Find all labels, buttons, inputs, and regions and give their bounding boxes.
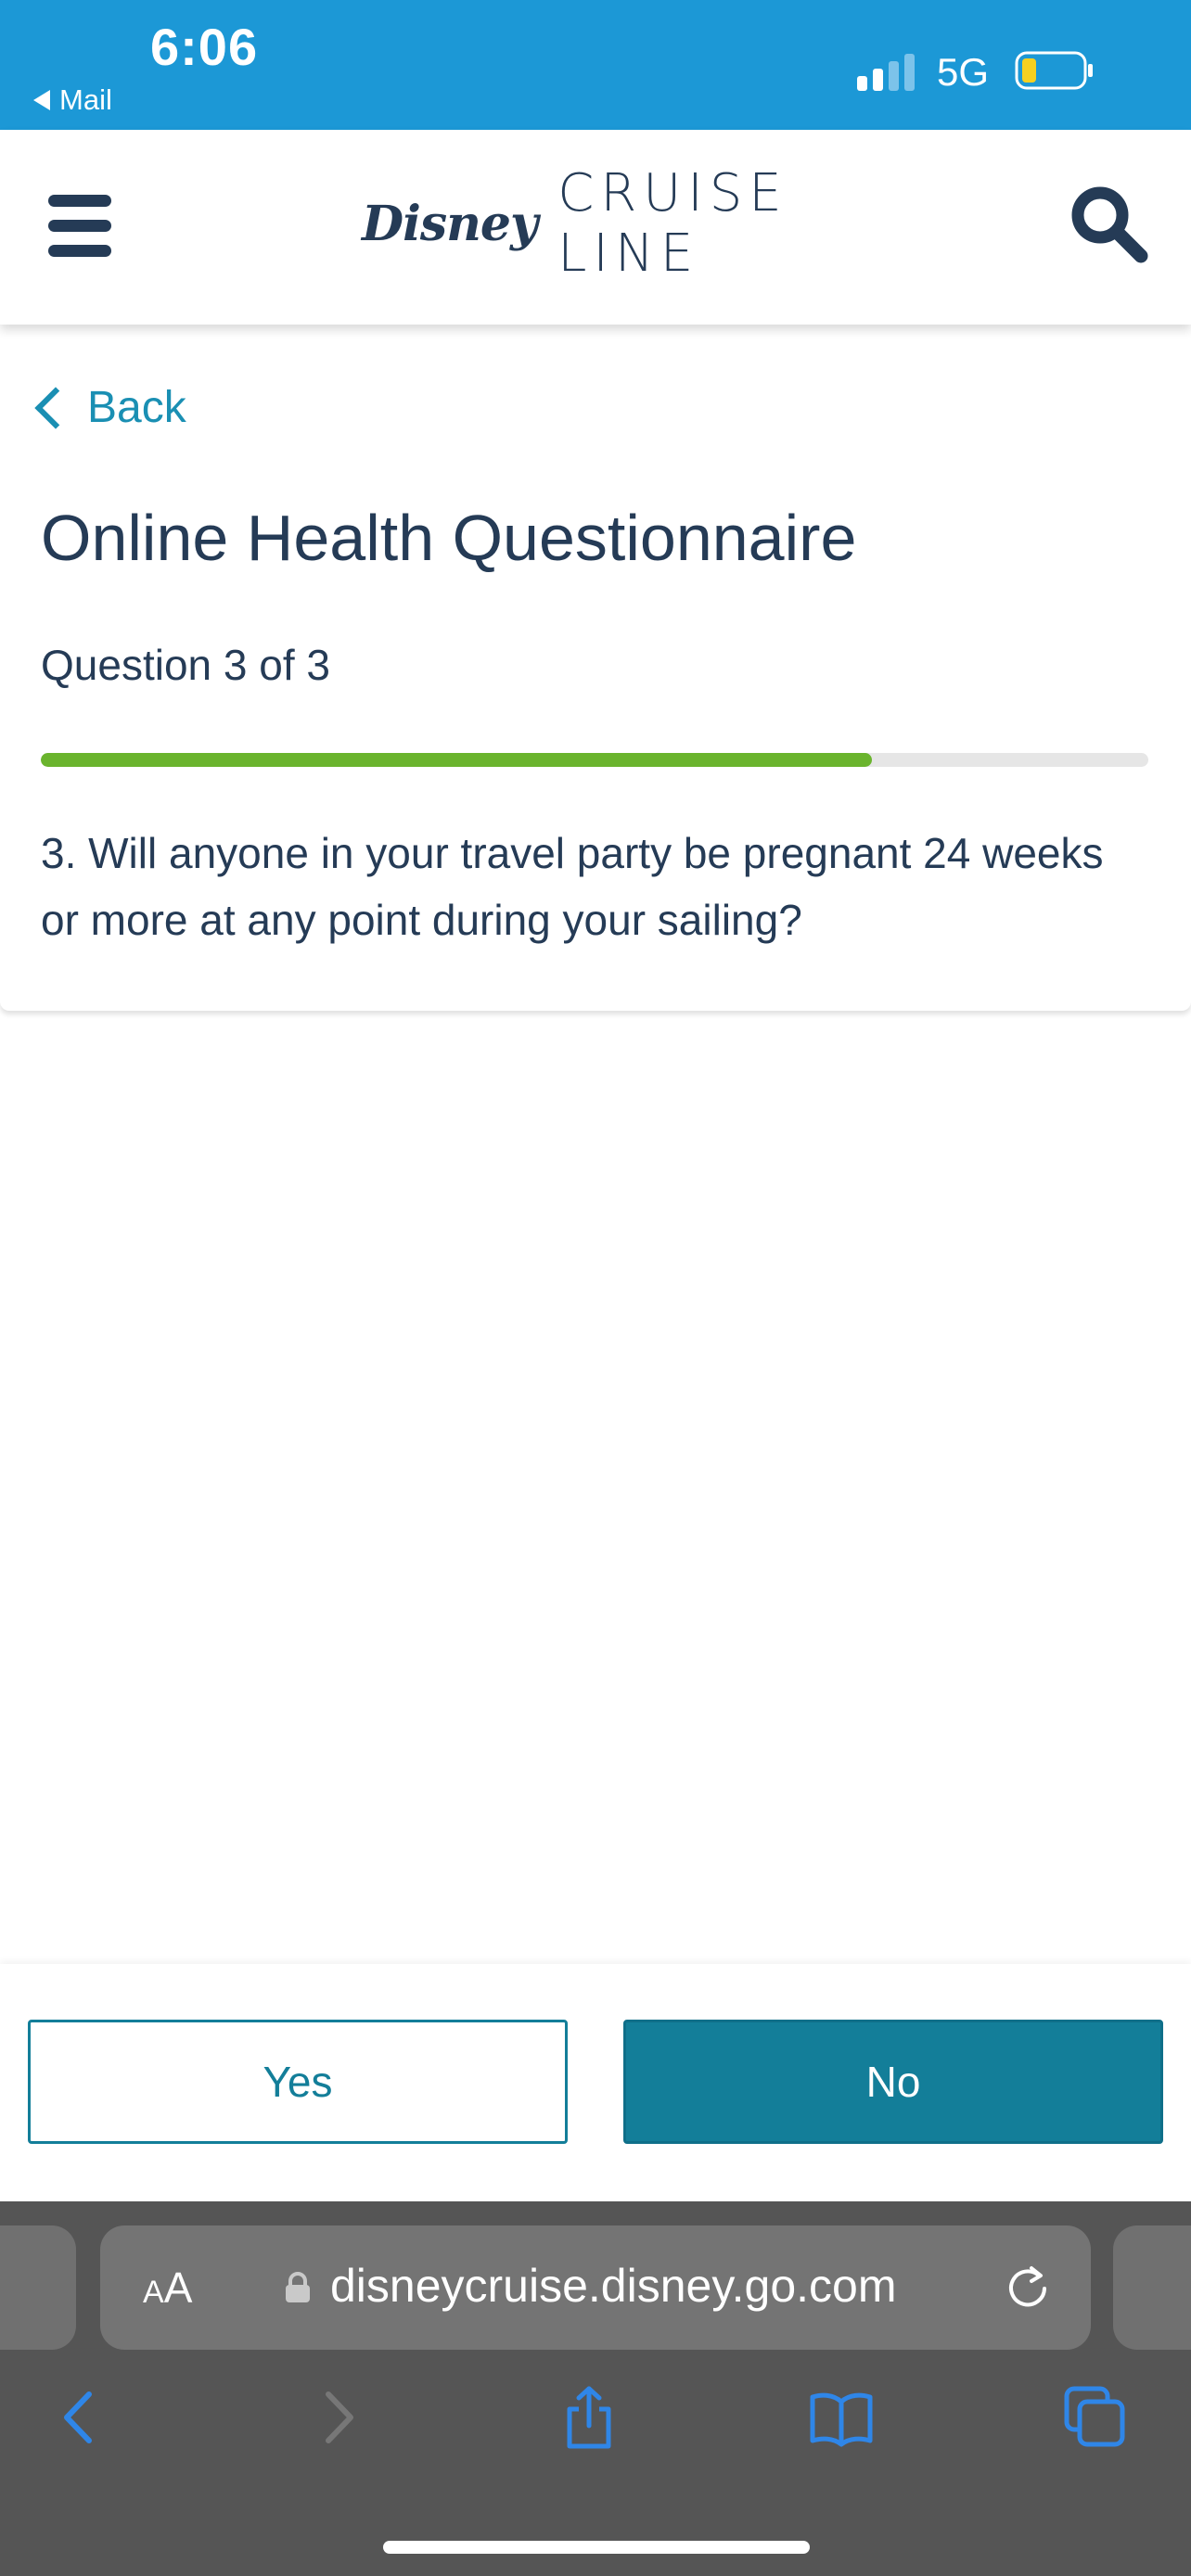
signal-icon: [857, 54, 915, 91]
previous-tab-preview[interactable]: [0, 2225, 76, 2350]
chevron-left-icon: [34, 386, 77, 429]
reload-icon[interactable]: [1002, 2263, 1054, 2315]
page-title: Online Health Questionnaire: [41, 502, 857, 574]
logo-disney-text: Disney: [362, 195, 538, 252]
logo-cruise-line-text: CRUISE LINE: [557, 163, 788, 284]
text-size-small: A: [143, 2275, 164, 2310]
network-label: 5G: [937, 50, 990, 94]
chevron-left-icon[interactable]: [46, 2385, 111, 2450]
search-icon[interactable]: [1067, 182, 1150, 265]
next-tab-preview[interactable]: [1113, 2225, 1191, 2350]
back-triangle-icon: [33, 90, 50, 110]
share-icon[interactable]: [557, 2385, 621, 2450]
home-indicator[interactable]: [383, 2541, 810, 2554]
hamburger-icon-bar: [48, 220, 111, 232]
question-text: 3. Will anyone in your travel party be p…: [41, 829, 1104, 944]
status-time: 6:06: [150, 18, 259, 76]
url-text[interactable]: disneycruise.disney.go.com: [330, 2259, 896, 2313]
progress-bar: [41, 753, 1148, 767]
text-size-button[interactable]: AA: [143, 2263, 192, 2313]
battery-icon: [1015, 51, 1093, 90]
text-size-large: A: [163, 2264, 193, 2312]
chevron-right-icon[interactable]: [306, 2385, 371, 2450]
book-icon[interactable]: [809, 2385, 874, 2450]
yes-button[interactable]: Yes: [28, 2020, 568, 2144]
question-count: Question 3 of 3: [41, 641, 330, 689]
back-to-app-button[interactable]: Mail: [33, 83, 112, 117]
tabs-icon[interactable]: [1063, 2385, 1128, 2450]
no-button[interactable]: No: [623, 2020, 1163, 2144]
hamburger-icon: [48, 195, 111, 207]
progress-fill: [41, 753, 872, 767]
back-link[interactable]: Back: [33, 382, 186, 433]
hamburger-icon-bar: [48, 245, 111, 257]
back-app-label: Mail: [59, 83, 112, 116]
back-link-label: Back: [87, 383, 186, 432]
lock-icon: [286, 2272, 310, 2302]
menu-button[interactable]: [48, 195, 115, 257]
disney-cruise-line-logo[interactable]: Disney CRUISE LINE: [362, 163, 844, 284]
